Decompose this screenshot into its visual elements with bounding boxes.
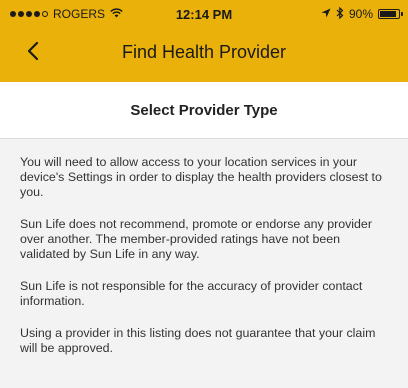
battery-icon	[378, 9, 403, 19]
location-disclaimer: You will need to allow access to your lo…	[20, 155, 382, 199]
bluetooth-icon	[336, 6, 344, 22]
section-title: Select Provider Type	[130, 101, 278, 119]
carrier-name: ROGERS	[53, 7, 106, 21]
location-arrow-icon	[321, 7, 331, 21]
status-left: ROGERS	[10, 7, 123, 21]
nav-bar: Find Health Provider	[0, 28, 408, 82]
accuracy-disclaimer: Sun Life is not responsible for the accu…	[20, 279, 363, 308]
battery-percent: 90%	[348, 7, 373, 21]
signal-strength-icon	[10, 11, 48, 17]
back-button[interactable]	[18, 36, 48, 66]
disclaimer-content: You will need to allow access to your lo…	[0, 139, 408, 388]
page-title: Find Health Provider	[121, 41, 287, 62]
status-right: 90%	[321, 6, 403, 22]
status-bar: ROGERS 12:14 PM 90%	[0, 0, 408, 28]
claim-disclaimer: Using a provider in this listing does no…	[20, 326, 376, 355]
wifi-icon	[110, 7, 123, 21]
section-header: Select Provider Type	[0, 82, 408, 139]
endorsement-disclaimer: Sun Life does not recommend, promote or …	[20, 217, 372, 261]
chevron-left-icon	[27, 41, 39, 61]
app-header: ROGERS 12:14 PM 90% Find Health Provider	[0, 0, 408, 82]
